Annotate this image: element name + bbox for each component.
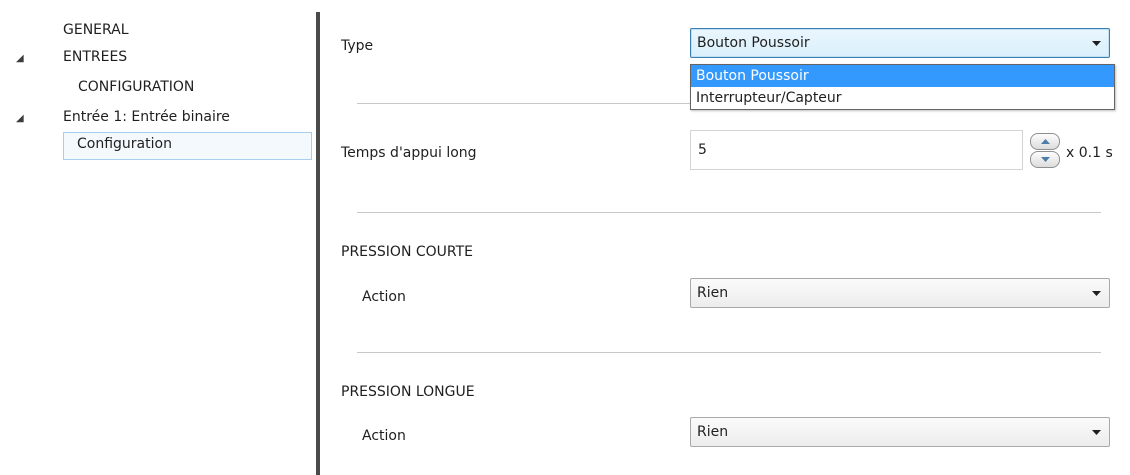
tree-item-label: GENERAL: [63, 22, 129, 38]
long-press-time-input[interactable]: 5: [690, 130, 1023, 170]
spin-up-button[interactable]: [1030, 133, 1060, 150]
type-label: Type: [341, 38, 374, 54]
chevron-down-icon: [1091, 29, 1101, 57]
short-press-action-value: Rien: [697, 285, 729, 301]
arrow-up-icon: [1040, 139, 1050, 144]
divider: [357, 212, 1101, 213]
type-option-bouton-poussoir[interactable]: Bouton Poussoir: [691, 65, 1114, 87]
long-press-action-select[interactable]: Rien: [690, 417, 1110, 447]
tree-item-entrees[interactable]: ENTREES: [63, 45, 127, 69]
type-select[interactable]: Bouton Poussoir: [690, 28, 1110, 58]
long-press-section-title: PRESSION LONGUE: [341, 384, 475, 400]
tree-item-general[interactable]: GENERAL: [63, 18, 129, 42]
chevron-down-icon: [1091, 279, 1101, 307]
expand-arrow-icon[interactable]: ◢: [16, 107, 24, 131]
long-press-time-value: 5: [698, 142, 707, 158]
sidebar-tree: GENERAL ◢ ENTREES CONFIGURATION ◢ Entrée…: [0, 0, 316, 475]
tree-item-label: Entrée 1: Entrée binaire: [63, 109, 230, 125]
long-press-action-label: Action: [362, 428, 406, 444]
tree-item-entree-1[interactable]: Entrée 1: Entrée binaire: [63, 105, 230, 129]
type-option-interrupteur-capteur[interactable]: Interrupteur/Capteur: [691, 87, 1114, 109]
short-press-action-label: Action: [362, 289, 406, 305]
tree-item-entree-1-configuration[interactable]: Configuration: [63, 132, 312, 160]
tree-item-label: CONFIGURATION: [78, 79, 195, 95]
tree-item-configuration[interactable]: CONFIGURATION: [78, 75, 194, 99]
type-select-value: Bouton Poussoir: [697, 35, 810, 51]
short-press-section-title: PRESSION COURTE: [341, 244, 474, 260]
long-press-time-unit: x 0.1 s: [1066, 145, 1113, 161]
short-press-action-select[interactable]: Rien: [690, 278, 1110, 308]
long-press-time-label: Temps d'appui long: [341, 145, 477, 161]
arrow-down-icon: [1040, 157, 1050, 162]
long-press-action-value: Rien: [697, 424, 729, 440]
chevron-down-icon: [1091, 418, 1101, 446]
tree-item-label: ENTREES: [63, 49, 128, 65]
type-dropdown-list: Bouton Poussoir Interrupteur/Capteur: [690, 64, 1115, 110]
divider: [357, 103, 690, 104]
spin-down-button[interactable]: [1030, 151, 1060, 168]
expand-arrow-icon[interactable]: ◢: [16, 47, 24, 71]
tree-item-label: Configuration: [77, 136, 172, 152]
divider: [357, 352, 1101, 353]
